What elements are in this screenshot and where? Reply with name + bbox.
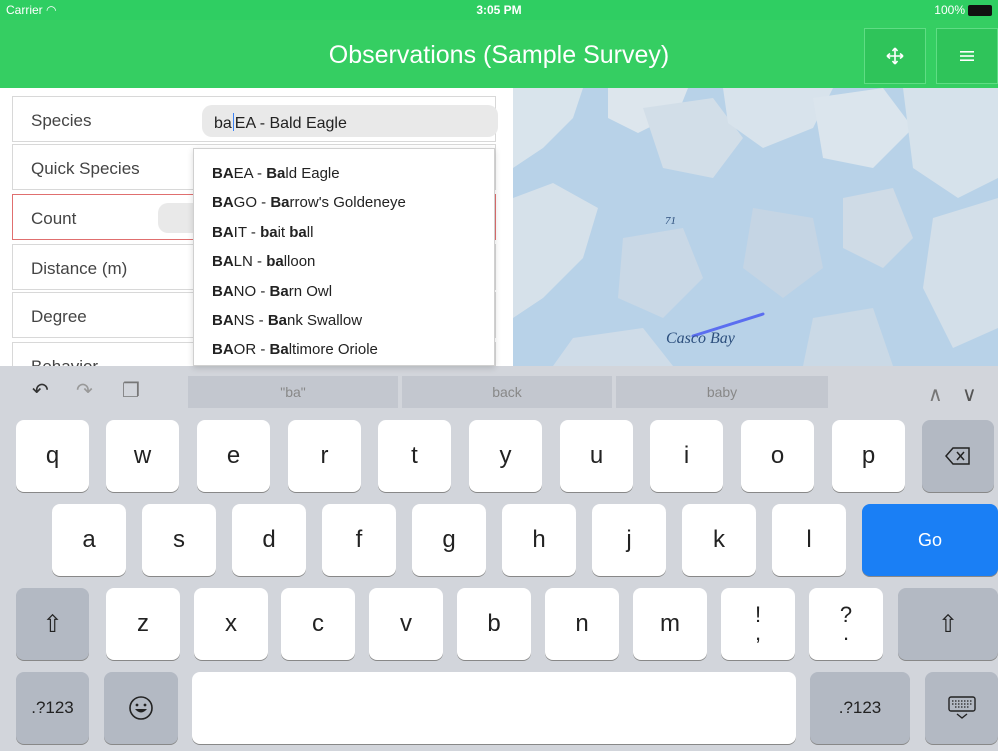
count-label: Count (31, 209, 77, 228)
numbers-key-right[interactable]: .?123 (810, 672, 910, 744)
text-cursor (232, 113, 234, 131)
key-a[interactable]: a (52, 504, 126, 576)
species-input[interactable]: ba EA - Bald Eagle (202, 105, 498, 137)
key-w[interactable]: w (106, 420, 179, 492)
key-v[interactable]: v (369, 588, 443, 660)
move-button[interactable] (864, 28, 926, 84)
chevron-up-icon[interactable]: ∧ (928, 382, 943, 407)
key-u[interactable]: u (560, 420, 633, 492)
emoji-key[interactable] (104, 672, 178, 744)
key-exclamation-comma[interactable]: !, (721, 588, 795, 660)
redo-icon[interactable]: ↷ (76, 378, 93, 403)
shift-key-right[interactable]: ⇧ (898, 588, 998, 660)
key-q[interactable]: q (16, 420, 89, 492)
move-icon (886, 47, 904, 65)
prediction-1[interactable]: "ba" (188, 376, 398, 408)
go-key[interactable]: Go (862, 504, 998, 576)
key-o[interactable]: o (741, 420, 814, 492)
key-g[interactable]: g (412, 504, 486, 576)
page-title: Observations (Sample Survey) (328, 41, 670, 69)
suggestion-item[interactable]: BAOR - Baltimore Oriole (212, 341, 378, 358)
key-z[interactable]: z (106, 588, 180, 660)
emoji-icon (129, 696, 153, 720)
backspace-key[interactable] (922, 420, 994, 492)
quick-species-label: Quick Species (31, 159, 140, 178)
key-question-period[interactable]: ?. (809, 588, 883, 660)
key-k[interactable]: k (682, 504, 756, 576)
key-l[interactable]: l (772, 504, 846, 576)
distance-label: Distance (m) (31, 259, 128, 278)
numbers-key-left[interactable]: .?123 (16, 672, 89, 744)
degree-label: Degree (31, 307, 87, 326)
hide-keyboard-key[interactable] (925, 672, 998, 744)
suggestion-item[interactable]: BAGO - Barrow's Goldeneye (212, 194, 406, 211)
species-completion-text: EA - Bald Eagle (234, 115, 347, 132)
menu-icon (960, 51, 974, 61)
key-c[interactable]: c (281, 588, 355, 660)
suggestion-item[interactable]: BANO - Barn Owl (212, 283, 332, 300)
status-time: 3:05 PM (476, 3, 522, 17)
key-m[interactable]: m (633, 588, 707, 660)
shift-key-left[interactable]: ⇧ (16, 588, 89, 660)
onscreen-keyboard: ↶ ↷ ❐ "ba" back baby ∧ ∨ q w e r t y u i… (0, 366, 998, 751)
species-typed-text: ba (214, 115, 232, 132)
battery-percent: 100% (934, 3, 965, 17)
key-h[interactable]: h (502, 504, 576, 576)
paste-icon[interactable]: ❐ (122, 378, 140, 403)
place-label: Casco Bay (666, 330, 735, 347)
key-e[interactable]: e (197, 420, 270, 492)
undo-icon[interactable]: ↶ (32, 378, 49, 403)
key-d[interactable]: d (232, 504, 306, 576)
battery-indicator: 100% (934, 3, 992, 17)
key-r[interactable]: r (288, 420, 361, 492)
species-label: Species (31, 111, 92, 130)
key-y[interactable]: y (469, 420, 542, 492)
suggestion-item[interactable]: BAIT - bait ball (212, 224, 313, 241)
key-i[interactable]: i (650, 420, 723, 492)
key-n[interactable]: n (545, 588, 619, 660)
backspace-icon (945, 447, 970, 465)
keyboard-hide-icon (947, 696, 976, 719)
key-t[interactable]: t (378, 420, 451, 492)
prediction-2[interactable]: back (402, 376, 612, 408)
key-exclamation-comma-labels: !, (754, 602, 762, 645)
map-terrain (513, 88, 998, 366)
suggestion-item[interactable]: BALN - balloon (212, 253, 315, 270)
map-view[interactable]: 71 Casco Bay (513, 88, 998, 366)
species-suggestions: BAEA - Bald Eagle BAGO - Barrow's Golden… (193, 148, 495, 366)
key-b[interactable]: b (457, 588, 531, 660)
keyboard-toolbar: ↶ ↷ ❐ "ba" back baby ∧ ∨ (0, 366, 998, 414)
species-row: Species ba EA - Bald Eagle (12, 96, 498, 142)
key-question-period-labels: ?. (839, 602, 853, 645)
suggestion-item[interactable]: BAEA - Bald Eagle (212, 165, 340, 182)
shift-icon: ⇧ (42, 610, 63, 638)
navigation-bar: Observations (Sample Survey) (0, 20, 998, 88)
key-f[interactable]: f (322, 504, 396, 576)
chevron-down-icon[interactable]: ∨ (962, 382, 977, 407)
key-s[interactable]: s (142, 504, 216, 576)
suggestion-item[interactable]: BANS - Bank Swallow (212, 312, 362, 329)
behavior-label: Behavior (31, 357, 98, 366)
shift-icon: ⇧ (937, 610, 959, 638)
menu-button[interactable] (936, 28, 998, 84)
key-j[interactable]: j (592, 504, 666, 576)
battery-icon (968, 4, 992, 16)
depth-label: 71 (665, 215, 676, 227)
key-x[interactable]: x (194, 588, 268, 660)
key-p[interactable]: p (832, 420, 905, 492)
space-key[interactable] (192, 672, 796, 744)
status-bar: Carrier ◠ 3:05 PM 100% (0, 0, 998, 20)
prediction-3[interactable]: baby (616, 376, 828, 408)
